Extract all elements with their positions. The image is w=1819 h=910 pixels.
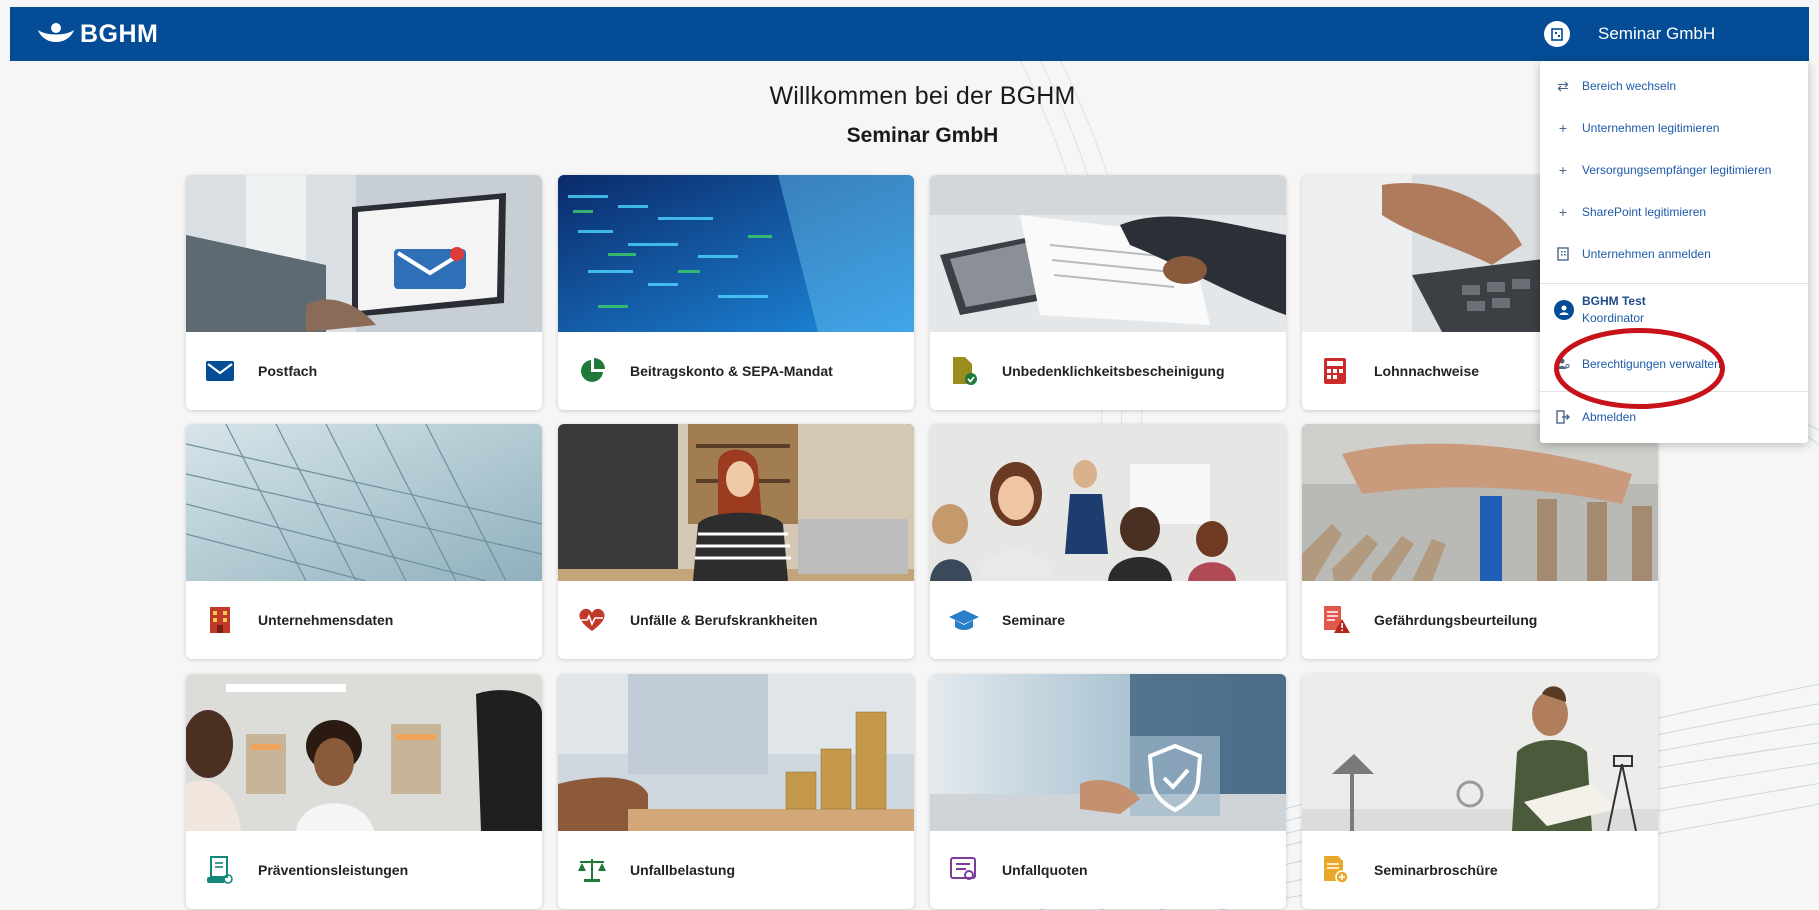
menu-item-label: Unternehmen legitimieren xyxy=(1582,121,1720,135)
user-name: BGHM Test xyxy=(1582,294,1646,308)
calculator-icon xyxy=(1318,353,1354,389)
tile-label: Unternehmensdaten xyxy=(258,612,394,628)
document-check-icon xyxy=(946,353,982,389)
menu-item-bereich-wechseln[interactable]: ⇄ Bereich wechseln xyxy=(1540,66,1808,106)
user-role: Koordinator xyxy=(1582,311,1645,325)
current-user: BGHM Test Koordinator xyxy=(1554,294,1646,325)
menu-item-sharepoint-legitimieren[interactable]: + SharePoint legitimieren xyxy=(1540,192,1808,232)
tile-seminare[interactable]: Seminare xyxy=(930,424,1286,659)
menu-item-unternehmen-legitimieren[interactable]: + Unternehmen legitimieren xyxy=(1540,108,1808,148)
tile-label: Gefährdungsbeurteilung xyxy=(1374,612,1538,628)
plus-icon: + xyxy=(1558,162,1568,178)
logo-text: BGHM xyxy=(80,20,159,48)
prevention-icon xyxy=(202,852,238,888)
menu-item-label: Versorgungsempfänger legitimieren xyxy=(1582,163,1772,177)
tile-label: Beitragskonto & SEPA-Mandat xyxy=(630,363,833,379)
pie-chart-icon xyxy=(574,353,610,389)
tile-unbedenklichkeitsbescheinigung[interactable]: Unbedenklichkeitsbescheinigung xyxy=(930,175,1286,410)
tile-beitragskonto[interactable]: Beitragskonto & SEPA-Mandat xyxy=(558,175,914,410)
tile-gefaehrdungsbeurteilung[interactable]: Gefährdungsbeurteilung xyxy=(1302,424,1658,659)
tile-image xyxy=(930,424,1286,581)
tile-label: Seminarbroschüre xyxy=(1374,862,1498,878)
tile-image xyxy=(558,175,914,332)
plus-icon: + xyxy=(1558,204,1568,220)
user-menu-toggle[interactable]: Seminar GmbH xyxy=(1544,21,1715,47)
menu-item-versorgungsempfaenger-legitimieren[interactable]: + Versorgungsempfänger legitimieren xyxy=(1540,150,1808,190)
plus-icon: + xyxy=(1558,120,1568,136)
menu-item-label: Bereich wechseln xyxy=(1582,79,1677,93)
tile-label: Unfallbelastung xyxy=(630,862,736,878)
tile-image xyxy=(186,175,542,332)
logout-icon xyxy=(1554,408,1572,426)
user-icon xyxy=(1554,300,1574,320)
menu-item-abmelden[interactable]: Abmelden xyxy=(1540,397,1808,437)
tile-image xyxy=(558,424,914,581)
tile-label: Lohnnachweise xyxy=(1374,363,1480,379)
menu-item-label: Abmelden xyxy=(1582,410,1637,424)
tile-label: Unfälle & Berufskrankheiten xyxy=(630,612,818,628)
tile-image xyxy=(1302,674,1658,831)
menu-item-unternehmen-anmelden[interactable]: Unternehmen anmelden xyxy=(1540,234,1808,274)
menu-item-label: Berechtigungen verwalten xyxy=(1582,357,1721,371)
tile-unfallquoten[interactable]: Unfallquoten xyxy=(930,674,1286,909)
tile-label: Seminare xyxy=(1002,612,1066,628)
tile-image xyxy=(930,674,1286,831)
building-icon xyxy=(1554,245,1572,263)
tile-image xyxy=(558,674,914,831)
top-navigation-bar: BGHM Seminar GmbH xyxy=(10,7,1809,61)
tile-label: Präventionsleistungen xyxy=(258,862,409,878)
tile-seminarbroschuere[interactable]: Seminarbroschüre xyxy=(1302,674,1658,909)
document-warning-icon xyxy=(1318,602,1354,638)
menu-divider xyxy=(1540,391,1808,392)
bghm-logo-icon xyxy=(38,22,74,42)
tile-label: Postfach xyxy=(258,363,318,379)
tile-image xyxy=(930,175,1286,332)
tile-image xyxy=(186,424,542,581)
quota-list-icon xyxy=(946,852,982,888)
heart-pulse-icon xyxy=(574,602,610,638)
scales-icon xyxy=(574,852,610,888)
menu-item-label: SharePoint legitimieren xyxy=(1582,205,1707,219)
company-avatar-icon xyxy=(1544,21,1570,47)
tile-unfallbelastung[interactable]: Unfallbelastung xyxy=(558,674,914,909)
user-dropdown-menu: ⇄ Bereich wechseln + Unternehmen legitim… xyxy=(1540,61,1808,443)
mail-icon xyxy=(202,353,238,389)
menu-divider xyxy=(1540,283,1808,284)
building-icon xyxy=(202,602,238,638)
bghm-logo[interactable]: BGHM xyxy=(36,20,158,49)
graduation-cap-icon xyxy=(946,602,982,638)
tile-image xyxy=(1302,424,1658,581)
brochure-icon xyxy=(1318,852,1354,888)
tile-label: Unfallquoten xyxy=(1002,862,1088,878)
tile-unternehmensdaten[interactable]: Unternehmensdaten xyxy=(186,424,542,659)
tile-image xyxy=(186,674,542,831)
menu-item-berechtigungen-verwalten[interactable]: Berechtigungen verwalten xyxy=(1540,344,1808,384)
tile-label: Unbedenklichkeitsbescheinigung xyxy=(1002,363,1225,379)
tile-unfaelle-berufskrankheiten[interactable]: Unfälle & Berufskrankheiten xyxy=(558,424,914,659)
tile-postfach[interactable]: Postfach xyxy=(186,175,542,410)
user-key-icon xyxy=(1554,355,1572,373)
company-name: Seminar GmbH xyxy=(1598,24,1716,43)
swap-icon: ⇄ xyxy=(1557,77,1569,94)
tile-praeventionsleistungen[interactable]: Präventionsleistungen xyxy=(186,674,542,909)
menu-item-label: Unternehmen anmelden xyxy=(1582,247,1711,261)
